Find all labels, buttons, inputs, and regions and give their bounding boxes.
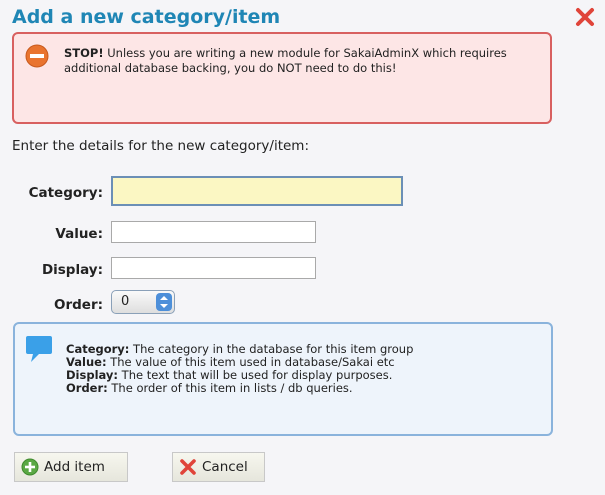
form-intro: Enter the details for the new category/i… [12, 138, 309, 154]
help-term: Category: [66, 342, 130, 356]
help-term: Order: [66, 381, 108, 395]
help-desc: The order of this item in lists / db que… [107, 381, 353, 395]
stop-warning-strong: STOP! [64, 46, 104, 60]
order-label: Order: [53, 297, 103, 313]
stop-warning-box: STOP! Unless you are writing a new modul… [12, 32, 552, 124]
display-field[interactable] [111, 257, 316, 279]
display-label: Display: [41, 262, 103, 278]
add-item-button[interactable]: Add item [14, 452, 128, 482]
close-icon[interactable] [575, 7, 595, 27]
help-term: Value: [66, 355, 107, 369]
help-text: Category: The category in the database f… [66, 343, 536, 395]
add-circle-icon [21, 458, 39, 476]
stop-icon [25, 44, 49, 68]
help-box: Category: The category in the database f… [13, 322, 553, 436]
help-desc: The category in the database for this it… [129, 342, 414, 356]
help-term: Display: [66, 368, 119, 382]
select-arrows-icon [156, 293, 172, 311]
category-label: Category: [28, 185, 103, 201]
speech-bubble-icon [26, 336, 52, 362]
order-select-value: 0 [121, 294, 130, 309]
category-field[interactable] [111, 176, 403, 206]
help-desc: The text that will be used for display p… [118, 368, 393, 382]
order-select[interactable]: 0 [111, 290, 175, 314]
help-row-order: Order: The order of this item in lists /… [66, 382, 536, 395]
cancel-button[interactable]: Cancel [172, 452, 265, 482]
add-item-label: Add item [44, 459, 105, 475]
value-field[interactable] [111, 221, 316, 243]
value-label: Value: [55, 226, 103, 242]
cancel-label: Cancel [202, 459, 248, 475]
stop-warning-text: STOP! Unless you are writing a new modul… [64, 46, 534, 76]
help-desc: The value of this item used in database/… [106, 355, 395, 369]
dialog-title: Add a new category/item [12, 6, 281, 28]
stop-warning-message: Unless you are writing a new module for … [64, 46, 507, 75]
cancel-x-icon [180, 459, 196, 475]
